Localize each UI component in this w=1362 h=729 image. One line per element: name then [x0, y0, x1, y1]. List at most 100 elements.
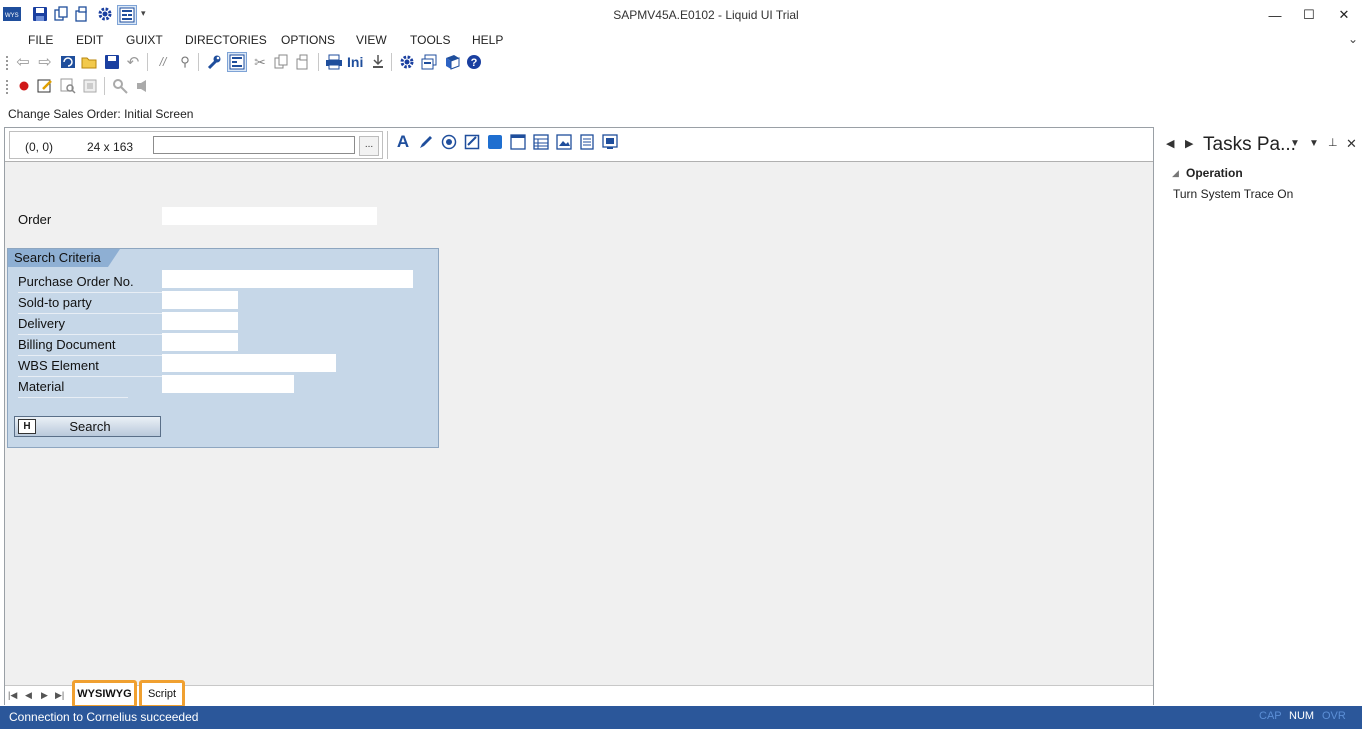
pane-title-dropdown-icon[interactable]: ▼ — [1290, 138, 1300, 149]
tasks-pane: ◀ ▶ Tasks Pa... ▼ ▼ ⊥ ✕ ◢ Operation Turn… — [1158, 127, 1362, 705]
collapse-arrow-icon[interactable]: ◢ — [1172, 168, 1179, 179]
designer-toolbar: (0, 0) 24 x 163 ... A — [5, 128, 1153, 162]
text-tool-icon[interactable]: A — [394, 132, 412, 151]
button-tool-icon[interactable] — [486, 133, 504, 151]
pin-icon[interactable]: ⊥ — [1328, 136, 1338, 149]
sold-to-party-label: Sold-to party — [18, 295, 92, 310]
search-button-label: Search — [69, 419, 111, 434]
toolbar-paste-icon[interactable] — [294, 53, 312, 71]
position-readout: (0, 0) — [25, 140, 54, 154]
pane-forward-icon[interactable]: ▶ — [1185, 137, 1193, 150]
radio-tool-icon[interactable] — [440, 133, 458, 151]
tab-wysiwyg[interactable]: WYSIWYG — [72, 680, 137, 708]
tools-disabled-icon[interactable] — [111, 77, 129, 95]
menu-guixt[interactable]: GUIXT — [126, 33, 163, 47]
browse-button[interactable]: ... — [359, 136, 379, 156]
screens-icon[interactable] — [420, 53, 438, 71]
tasks-section-operation[interactable]: Operation — [1186, 166, 1243, 180]
search-button[interactable]: H Search — [14, 416, 161, 437]
toolbar2-grip[interactable] — [6, 80, 9, 94]
status-bar: Connection to Cornelius succeeded CAP NU… — [0, 706, 1362, 729]
print-icon[interactable] — [325, 53, 343, 71]
order-label: Order — [18, 212, 52, 227]
help-icon[interactable]: ? — [465, 53, 483, 71]
toolbar-copy-icon[interactable] — [272, 53, 290, 71]
first-tab-icon[interactable]: |◀ — [8, 690, 17, 701]
view-tab-bar: |◀ ◀ ▶ ▶| WYSIWYG Script — [5, 680, 1153, 708]
maximize-button[interactable]: ☐ — [1292, 2, 1326, 28]
pen-tool-icon[interactable] — [417, 133, 435, 151]
size-readout: 24 x 163 — [87, 140, 134, 154]
settings-gear-icon[interactable] — [398, 53, 416, 71]
comment-icon[interactable]: // — [154, 53, 172, 71]
menu-edit[interactable]: EDIT — [76, 33, 103, 47]
num-indicator: NUM — [1289, 710, 1315, 722]
material-field[interactable] — [162, 375, 294, 393]
binoculars-icon[interactable]: ⚲ — [176, 53, 194, 71]
grid-disabled-icon[interactable] — [81, 77, 99, 95]
download-icon[interactable] — [369, 53, 387, 71]
record-icon[interactable] — [15, 77, 33, 95]
sold-to-party-field[interactable] — [162, 291, 238, 309]
menu-view[interactable]: VIEW — [356, 33, 387, 47]
wbs-element-label: WBS Element — [18, 358, 99, 373]
prev-tab-icon[interactable]: ◀ — [25, 690, 32, 701]
pane-close-icon[interactable]: ✕ — [1346, 136, 1357, 152]
property-bar: (0, 0) 24 x 163 ... — [9, 131, 383, 159]
close-button[interactable]: ✕ — [1327, 2, 1361, 28]
search-button-icon: H — [18, 419, 36, 434]
ovr-indicator: OVR — [1322, 710, 1346, 722]
purchase-order-field[interactable] — [162, 270, 413, 288]
menu-tools[interactable]: TOOLS — [410, 33, 450, 47]
book-icon[interactable] — [443, 53, 461, 71]
menu-options[interactable]: OPTIONS — [281, 33, 335, 47]
billing-document-field[interactable] — [162, 333, 238, 351]
last-tab-icon[interactable]: ▶| — [55, 690, 64, 701]
speaker-disabled-icon[interactable] — [134, 77, 152, 95]
web-view-tool-icon[interactable] — [601, 133, 619, 151]
window-title: SAPMV45A.E0102 - Liquid UI Trial — [613, 8, 799, 22]
back-arrow-icon[interactable]: ⇦ — [14, 53, 32, 71]
menu-help[interactable]: HELP — [472, 33, 503, 47]
table-tool-icon[interactable] — [532, 133, 550, 151]
menu-file[interactable]: FILE — [28, 33, 53, 47]
material-label: Material — [18, 379, 65, 394]
pane-back-icon[interactable]: ◀ — [1166, 137, 1174, 150]
cut-icon[interactable]: ✂ — [251, 53, 269, 71]
status-message: Connection to Cornelius succeeded — [9, 710, 199, 724]
app-window: WYS ▾ SAPMV45A.E0102 - Liquid UI Trial —… — [0, 0, 1362, 729]
wrench-icon[interactable] — [205, 53, 223, 71]
search-criteria-group: Search Criteria Purchase Order No. Sold-… — [7, 248, 439, 448]
image-tool-icon[interactable] — [555, 133, 573, 151]
layout-editor-icon[interactable] — [227, 52, 247, 72]
forward-arrow-icon[interactable]: ⇨ — [36, 53, 54, 71]
minimize-button[interactable]: — — [1258, 2, 1292, 28]
undo-icon[interactable]: ↶ — [124, 53, 142, 71]
groupbox-tool-icon[interactable] — [509, 133, 527, 151]
menu-directories[interactable]: DIRECTORIES — [185, 33, 267, 47]
open-folder-icon[interactable] — [80, 53, 98, 71]
checkbox-tool-icon[interactable] — [463, 133, 481, 151]
designer-canvas[interactable]: (0, 0) 24 x 163 ... A Order Search Crite… — [4, 127, 1154, 708]
order-field[interactable] — [162, 207, 377, 225]
listbox-tool-icon[interactable] — [578, 133, 596, 151]
screen-title: Change Sales Order: Initial Screen — [8, 107, 194, 121]
refresh-icon[interactable] — [59, 53, 77, 71]
toolbar-save-icon[interactable] — [103, 53, 121, 71]
edit-script-icon[interactable] — [36, 77, 54, 95]
delivery-field[interactable] — [162, 312, 238, 330]
ini-button[interactable]: Ini — [347, 54, 363, 70]
ribbon-collapse-icon[interactable]: ⌄ — [1348, 32, 1358, 46]
search-screen-icon[interactable] — [59, 77, 77, 95]
tasks-pane-title: Tasks Pa... — [1203, 134, 1296, 155]
property-input[interactable] — [153, 136, 355, 154]
next-tab-icon[interactable]: ▶ — [41, 690, 48, 701]
title-bar: WYS ▾ SAPMV45A.E0102 - Liquid UI Trial —… — [0, 0, 1362, 30]
group-title: Search Criteria — [14, 250, 101, 265]
pane-options-icon[interactable]: ▼ — [1309, 138, 1319, 149]
wbs-element-field[interactable] — [162, 354, 336, 372]
task-turn-system-trace-on[interactable]: Turn System Trace On — [1173, 187, 1293, 201]
tab-script[interactable]: Script — [139, 680, 185, 708]
svg-text:?: ? — [471, 57, 478, 69]
toolbar-grip[interactable] — [6, 56, 9, 70]
